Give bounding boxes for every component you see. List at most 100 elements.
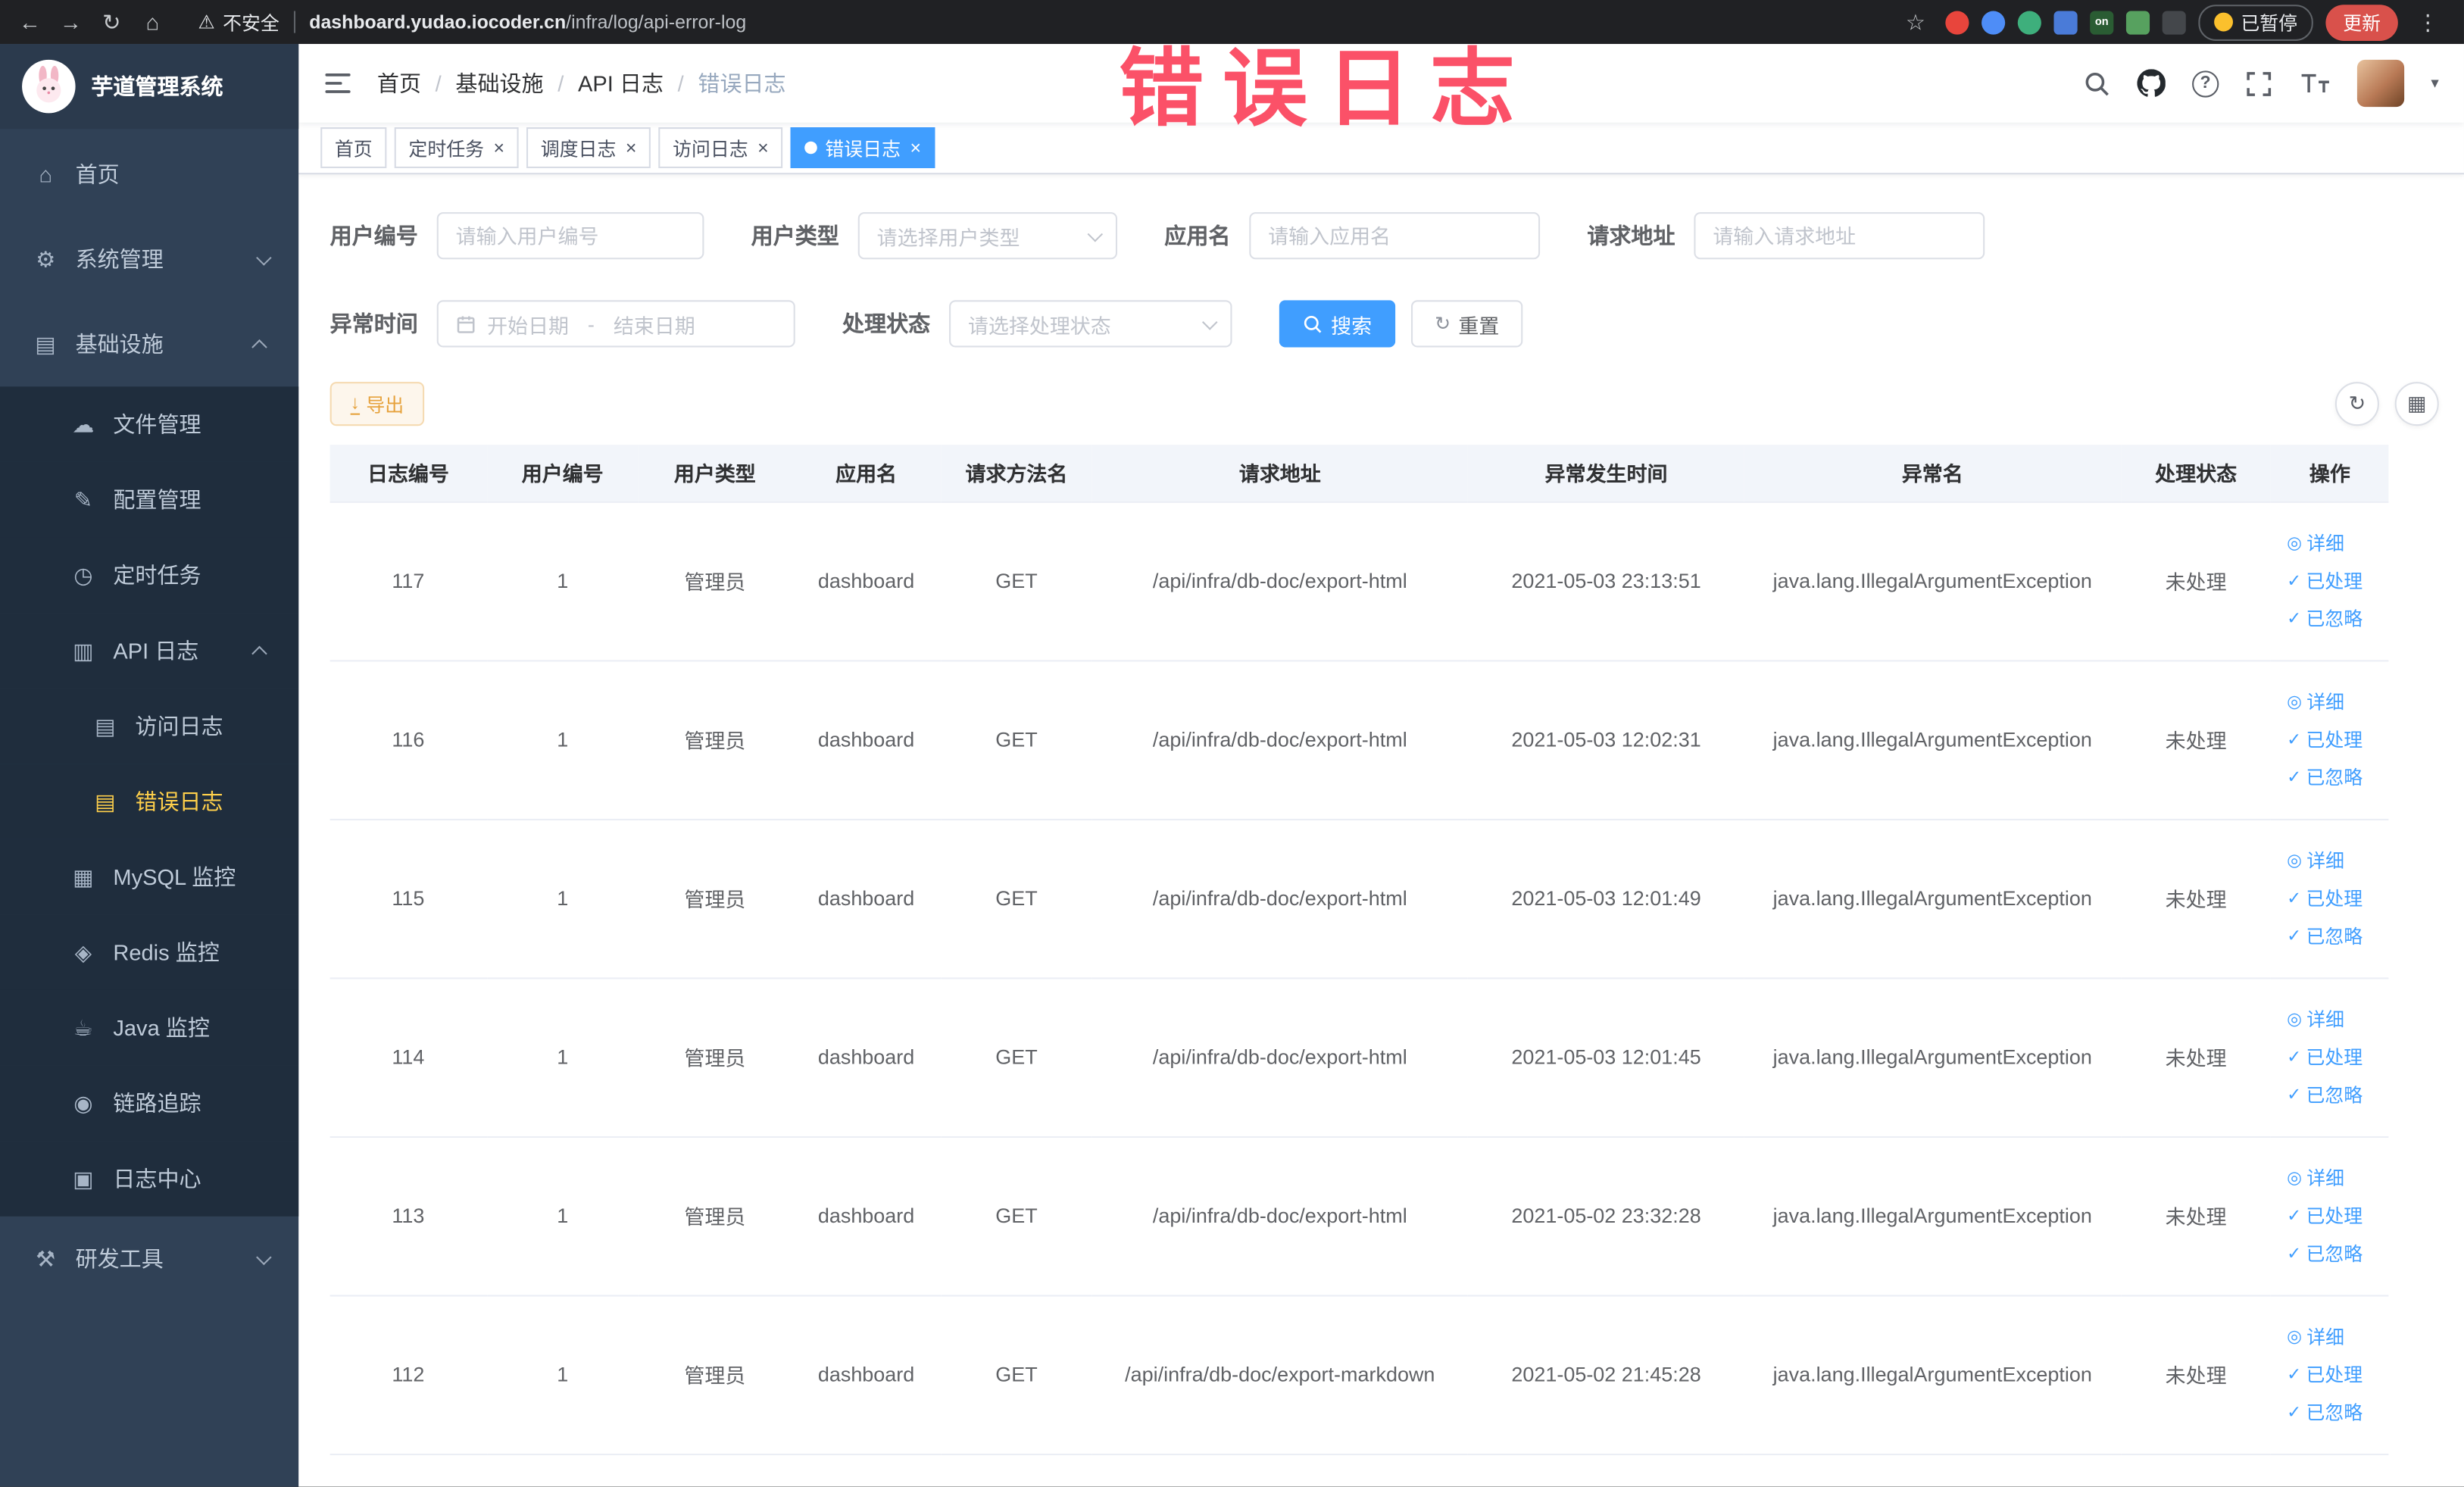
extension-icon-6[interactable] bbox=[2125, 10, 2150, 34]
breadcrumb-item[interactable]: 首页 bbox=[377, 67, 421, 98]
file-icon: ☁ bbox=[72, 411, 95, 436]
sidebar-item-infrastructure[interactable]: ▤ 基础设施 bbox=[0, 301, 298, 386]
ignored-icon: ✓ bbox=[2287, 927, 2302, 946]
sidebar-item-redis-monitor[interactable]: ◈ Redis 监控 bbox=[0, 914, 299, 990]
update-button[interactable]: 更新 bbox=[2325, 4, 2398, 40]
range-separator: - bbox=[587, 311, 595, 336]
close-icon[interactable]: × bbox=[493, 139, 504, 158]
browser-back-button[interactable]: ← bbox=[13, 5, 48, 39]
paused-badge[interactable]: 已暂停 bbox=[2198, 4, 2313, 40]
extension-icon-1[interactable] bbox=[1945, 10, 1969, 34]
row-action-processed[interactable]: ✓ 已处理 bbox=[2287, 885, 2382, 911]
close-icon[interactable]: × bbox=[626, 139, 637, 158]
table-cell: java.lang.IllegalArgumentException bbox=[1744, 501, 2121, 661]
breadcrumb-item[interactable]: API 日志 bbox=[578, 67, 664, 98]
row-action-ignored[interactable]: ✓ 已忽略 bbox=[2287, 1081, 2382, 1107]
sidebar-item-scheduled-job[interactable]: ◷ 定时任务 bbox=[0, 537, 299, 614]
row-action-ignored[interactable]: ✓ 已忽略 bbox=[2287, 1398, 2382, 1425]
tab-access-log[interactable]: 访问日志 × bbox=[658, 127, 783, 168]
sidebar-item-home[interactable]: ⌂ 首页 bbox=[0, 132, 298, 217]
sidebar-item-java-monitor[interactable]: ☕ Java 监控 bbox=[0, 989, 299, 1066]
table-cell: 管理员 bbox=[639, 501, 792, 661]
reset-button-label: 重置 bbox=[1458, 313, 1500, 338]
extension-icon-3[interactable] bbox=[2017, 10, 2041, 34]
process-status-select[interactable]: 请选择处理状态 bbox=[949, 300, 1232, 348]
extension-icon-5[interactable]: on bbox=[2090, 10, 2114, 34]
browser-reload-button[interactable]: ↻ bbox=[94, 5, 129, 39]
row-action-detail[interactable]: ◎ 详细 bbox=[2287, 1164, 2382, 1191]
row-actions: ◎ 详细 ✓ 已处理 ✓ 已忽略 bbox=[2271, 977, 2389, 1137]
row-action-detail[interactable]: ◎ 详细 bbox=[2287, 689, 2382, 715]
tab-job-log[interactable]: 调度日志 × bbox=[526, 127, 651, 168]
row-action-ignored[interactable]: ✓ 已忽略 bbox=[2287, 764, 2382, 790]
sidebar-toggle-button[interactable] bbox=[298, 70, 377, 95]
row-actions: ◎ 详细 ✓ 已处理 ✓ 已忽略 bbox=[2271, 1295, 2389, 1455]
row-action-ignored[interactable]: ✓ 已忽略 bbox=[2287, 923, 2382, 949]
app-name-input[interactable] bbox=[1249, 212, 1541, 260]
table-cell: java.lang.IllegalArgumentException bbox=[1744, 977, 2121, 1137]
chevron-down-icon[interactable]: ▾ bbox=[2431, 75, 2438, 92]
column-settings-button[interactable]: ▦ bbox=[2394, 382, 2439, 426]
sidebar-item-log-center[interactable]: ▣ 日志中心 bbox=[0, 1141, 299, 1217]
sidebar-item-system-manage[interactable]: ⚙ 系统管理 bbox=[0, 217, 298, 301]
ignored-icon: ✓ bbox=[2287, 1245, 2302, 1264]
request-url-input[interactable] bbox=[1694, 212, 1985, 260]
browser-home-button[interactable]: ⌂ bbox=[135, 5, 170, 39]
user-type-select[interactable]: 请选择用户类型 bbox=[857, 212, 1118, 260]
breadcrumb-item[interactable]: 基础设施 bbox=[455, 67, 543, 98]
action-label: 详细 bbox=[2306, 1008, 2345, 1031]
tab-error-log[interactable]: 错误日志 × bbox=[790, 127, 935, 168]
sidebar-item-api-log[interactable]: ▥ API 日志 bbox=[0, 613, 299, 689]
tab-label: 首页 bbox=[334, 137, 373, 160]
table-cell: 管理员 bbox=[639, 1136, 792, 1296]
row-action-detail[interactable]: ◎ 详细 bbox=[2287, 1323, 2382, 1350]
row-action-processed[interactable]: ✓ 已处理 bbox=[2287, 567, 2382, 594]
row-action-processed[interactable]: ✓ 已处理 bbox=[2287, 1361, 2382, 1388]
close-icon[interactable]: × bbox=[757, 139, 769, 158]
address-bar[interactable]: ⚠ 不安全 dashboard.yudao.iocoder.cn/infra/l… bbox=[198, 8, 746, 35]
row-action-detail[interactable]: ◎ 详细 bbox=[2287, 1006, 2382, 1032]
refresh-button[interactable]: ↻ bbox=[2334, 382, 2379, 426]
row-action-processed[interactable]: ✓ 已处理 bbox=[2287, 1202, 2382, 1229]
search-button[interactable]: 搜索 bbox=[1279, 300, 1396, 348]
column-header: 异常发生时间 bbox=[1468, 445, 1744, 502]
user-avatar[interactable] bbox=[2356, 59, 2405, 108]
sidebar-item-access-log[interactable]: ▤ 访问日志 bbox=[0, 688, 299, 764]
row-action-ignored[interactable]: ✓ 已忽略 bbox=[2287, 605, 2382, 632]
chevron-up-icon bbox=[251, 339, 267, 355]
help-icon[interactable]: ? bbox=[2192, 70, 2219, 97]
row-action-processed[interactable]: ✓ 已处理 bbox=[2287, 726, 2382, 752]
row-action-detail[interactable]: ◎ 详细 bbox=[2287, 530, 2382, 556]
tab-home[interactable]: 首页 bbox=[320, 127, 387, 168]
detail-icon: ◎ bbox=[2287, 851, 2303, 871]
sidebar-item-file-manage[interactable]: ☁ 文件管理 bbox=[0, 386, 299, 462]
fullscreen-icon[interactable] bbox=[2246, 70, 2272, 96]
table-cell: 1 bbox=[486, 660, 639, 820]
extension-icon-2[interactable] bbox=[1982, 10, 2006, 34]
search-icon[interactable] bbox=[2084, 70, 2110, 96]
user-id-input[interactable] bbox=[436, 212, 704, 260]
row-action-detail[interactable]: ◎ 详细 bbox=[2287, 847, 2382, 873]
reset-button[interactable]: ↻ 重置 bbox=[1411, 300, 1523, 348]
row-action-processed[interactable]: ✓ 已处理 bbox=[2287, 1044, 2382, 1070]
browser-menu-button[interactable]: ⋮ bbox=[2410, 5, 2445, 39]
sidebar-item-trace[interactable]: ◉ 链路追踪 bbox=[0, 1065, 299, 1142]
extension-icon-4[interactable] bbox=[2053, 10, 2078, 34]
column-header: 请求地址 bbox=[1091, 445, 1469, 502]
browser-forward-button[interactable]: → bbox=[54, 5, 89, 39]
extension-icon-7[interactable] bbox=[2162, 10, 2186, 34]
sidebar-item-dev-tools[interactable]: ⚒ 研发工具 bbox=[0, 1217, 298, 1301]
row-action-ignored[interactable]: ✓ 已忽略 bbox=[2287, 1240, 2382, 1267]
font-size-icon[interactable] bbox=[2299, 70, 2330, 95]
exception-time-range-picker[interactable]: 开始日期 - 结束日期 bbox=[436, 300, 795, 348]
sidebar-item-mysql-monitor[interactable]: ▦ MySQL 监控 bbox=[0, 839, 299, 915]
github-icon[interactable] bbox=[2137, 69, 2166, 97]
sidebar-item-config-manage[interactable]: ✎ 配置管理 bbox=[0, 461, 299, 538]
action-label: 已处理 bbox=[2306, 1205, 2363, 1228]
close-icon[interactable]: × bbox=[910, 139, 921, 158]
sidebar-item-error-log[interactable]: ▤ 错误日志 bbox=[0, 764, 299, 839]
tab-scheduled-job[interactable]: 定时任务 × bbox=[394, 127, 519, 168]
bookmark-star-icon[interactable]: ☆ bbox=[1898, 5, 1933, 39]
export-button[interactable]: ↓ 导出 bbox=[329, 382, 425, 426]
table-cell: 未处理 bbox=[2120, 660, 2272, 820]
